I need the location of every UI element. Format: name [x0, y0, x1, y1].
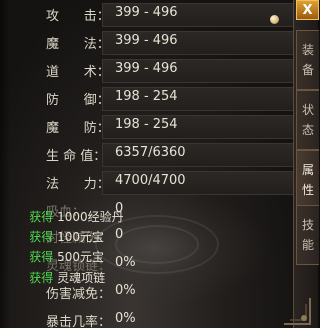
- stat-value: 399 - 496: [115, 5, 178, 20]
- stat-label: 法 力：: [46, 177, 110, 192]
- stat-label: 暴击几率：: [46, 315, 112, 328]
- stat-row-taoism: 道 术： 399 - 496: [0, 58, 293, 84]
- stat-value: 198 - 254: [115, 89, 178, 104]
- tab-label: 性: [301, 183, 314, 197]
- stat-value: 198 - 254: [115, 117, 178, 132]
- stat-label: 生 命 值：: [46, 149, 107, 164]
- stat-label: 魔 法：: [46, 37, 110, 52]
- gain-text: 灵魂项链: [53, 271, 106, 285]
- attributes-panel: 攻 击： 399 - 496 魔 法： 399 - 496 道 术： 399 -…: [0, 0, 293, 328]
- stat-value: 399 - 496: [115, 61, 178, 76]
- stat-row-magic-defense: 魔 防： 198 - 254: [0, 114, 293, 140]
- stat-value: 0%: [115, 255, 136, 270]
- stat-row-hp: 生 命 值： 6357/6360: [0, 142, 293, 168]
- tab-label: 能: [301, 238, 314, 252]
- stat-value: 6357/6360: [115, 145, 186, 160]
- stat-row-mp: 法 力： 4700/4700: [0, 170, 293, 196]
- stat-row-crit-chance: 暴击几率： 0%: [0, 308, 293, 328]
- stat-label: 防 御：: [46, 93, 110, 108]
- stat-label: 魔 防：: [46, 121, 110, 136]
- tab-label: 装: [301, 43, 314, 57]
- stat-row-magic: 魔 法： 399 - 496: [0, 30, 293, 56]
- stat-value: 399 - 496: [115, 33, 178, 48]
- tab-status[interactable]: 状 态: [296, 90, 319, 150]
- tab-label: 技: [301, 218, 314, 232]
- stat-label: 道 术：: [46, 65, 110, 80]
- tab-skills[interactable]: 技 能: [296, 205, 319, 265]
- corner-ornament-icon: [284, 298, 311, 325]
- tab-label: 备: [301, 63, 314, 77]
- tab-label: 属: [301, 163, 314, 177]
- stat-value: 4700/4700: [115, 173, 186, 188]
- tab-label: 状: [301, 103, 314, 117]
- gain-prefix: 获得: [29, 271, 54, 285]
- tab-label: 态: [301, 123, 314, 137]
- gain-notification: 获得 灵魂项链: [14, 255, 105, 300]
- tab-attributes[interactable]: 属 性: [296, 150, 319, 210]
- close-button[interactable]: X: [296, 0, 319, 20]
- stat-label: 攻 击：: [46, 9, 110, 24]
- tab-sidebar: 装 备 状 态 属 性 技 能: [293, 0, 319, 328]
- stat-row-attack: 攻 击： 399 - 496: [0, 2, 293, 28]
- orb-icon: [270, 15, 279, 24]
- stat-value: 0%: [115, 311, 136, 326]
- stat-value: 0%: [115, 283, 136, 298]
- stat-row-defense: 防 御： 198 - 254: [0, 86, 293, 112]
- tab-equipment[interactable]: 装 备: [296, 30, 319, 90]
